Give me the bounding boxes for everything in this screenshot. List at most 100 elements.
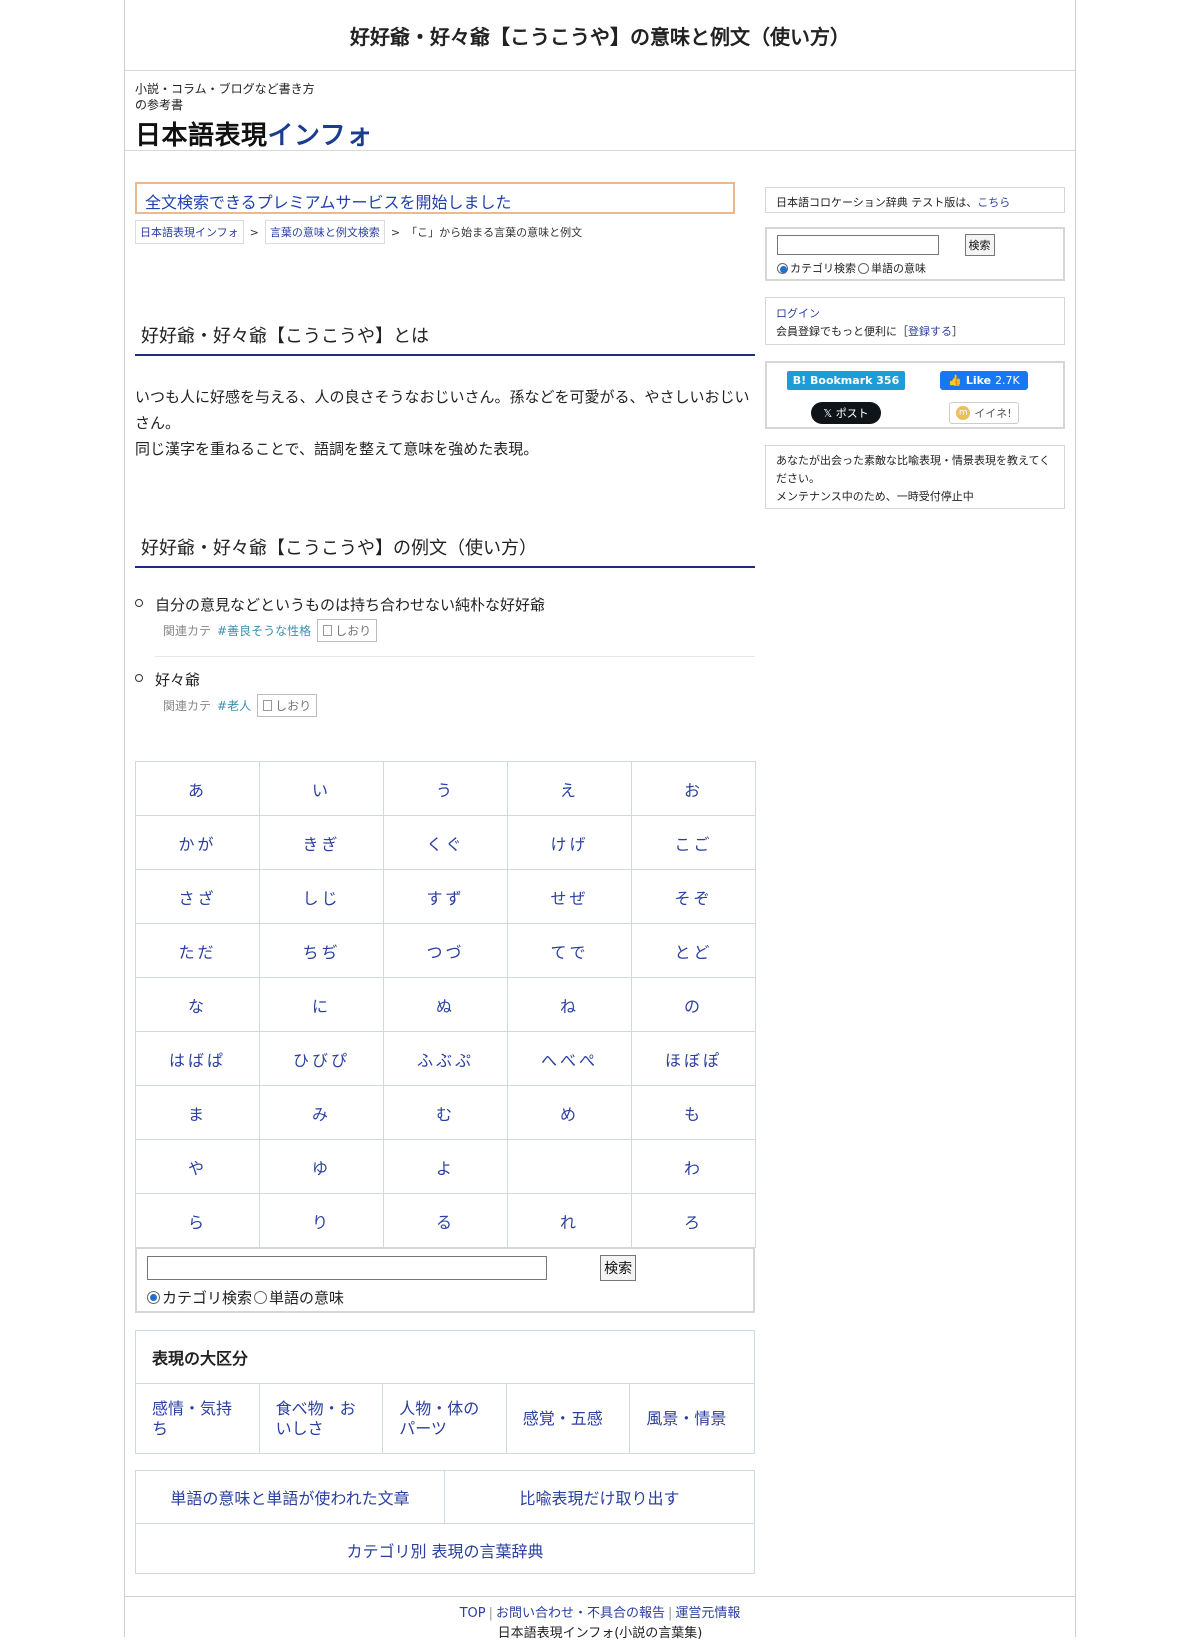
kana-cell[interactable]: かが (136, 816, 260, 870)
kana-cell[interactable]: すず (384, 870, 508, 924)
kana-cell[interactable]: さざ (136, 870, 260, 924)
kana-cell[interactable]: り (260, 1194, 384, 1248)
kana-cell[interactable]: こご (632, 816, 756, 870)
x-logo-icon: 𝕏 (823, 407, 833, 420)
mixi-check-button[interactable]: m イイネ! (949, 402, 1019, 424)
kana-cell[interactable]: ゆ (260, 1140, 384, 1194)
kana-cell[interactable]: ろ (632, 1194, 756, 1248)
facebook-like-button[interactable]: 👍 Like 2.7K (940, 371, 1028, 390)
list-item: 自分の意見などというものは持ち合わせない純朴な好好爺 関連カテ #善良そうな性格… (135, 594, 755, 642)
kana-cell[interactable]: な (136, 978, 260, 1032)
radio-word-label: 単語の意味 (269, 1289, 345, 1307)
kana-cell[interactable]: い (260, 762, 384, 816)
kana-cell[interactable]: ね (508, 978, 632, 1032)
kana-cell[interactable]: きぎ (260, 816, 384, 870)
link-category-dictionary[interactable]: カテゴリ別 表現の言葉辞典 (136, 1524, 754, 1575)
kana-cell[interactable]: や (136, 1140, 260, 1194)
register-bracket: ］ (952, 325, 963, 338)
kana-cell[interactable]: も (632, 1086, 756, 1140)
search-input[interactable] (147, 1256, 547, 1280)
footer-link-top[interactable]: TOP (460, 1606, 486, 1621)
kana-cell[interactable]: わ (632, 1140, 756, 1194)
category-food[interactable]: 食べ物・おいしさ (260, 1384, 384, 1454)
radio-category[interactable] (147, 1291, 160, 1304)
maintenance-notice: メンテナンス中のため、一時受付停止中 (776, 490, 974, 503)
kana-cell[interactable]: けげ (508, 816, 632, 870)
kana-cell[interactable]: あ (136, 762, 260, 816)
kana-cell[interactable]: む (384, 1086, 508, 1140)
bookmark-icon (263, 700, 273, 711)
kana-cell[interactable]: せぜ (508, 870, 632, 924)
search-button[interactable]: 検索 (600, 1255, 637, 1281)
kana-cell[interactable]: しじ (260, 870, 384, 924)
kana-cell[interactable]: つづ (384, 924, 508, 978)
collocation-link[interactable]: こちら (977, 196, 1010, 209)
footer-separator: | (668, 1606, 673, 1621)
side-radio-category-label: カテゴリ検索 (790, 262, 856, 275)
bookmark-button[interactable]: しおり (257, 694, 318, 717)
collocation-box: 日本語コロケーション辞典 テスト版は、こちら (765, 187, 1065, 213)
kana-cell[interactable]: ら (136, 1194, 260, 1248)
premium-notice-link[interactable]: 全文検索できるプレミアムサービスを開始しました (135, 182, 735, 214)
breadcrumb-search[interactable]: 言葉の意味と例文検索 (264, 220, 385, 244)
side-search-button[interactable]: 検索 (964, 234, 995, 256)
kana-cell[interactable]: み (260, 1086, 384, 1140)
category-person[interactable]: 人物・体のパーツ (383, 1384, 507, 1454)
kana-cell[interactable]: へべぺ (508, 1032, 632, 1086)
site-logo[interactable]: 日本語表現インフォ (135, 115, 1065, 152)
kana-cell[interactable]: ちぢ (260, 924, 384, 978)
kana-cell[interactable]: はばぱ (136, 1032, 260, 1086)
category-tag-link[interactable]: #善良そうな性格 (217, 622, 311, 639)
kana-cell[interactable]: る (384, 1194, 508, 1248)
link-metaphors[interactable]: 比喩表現だけ取り出す (445, 1471, 754, 1523)
x-post-label: ポスト (835, 407, 869, 420)
kana-cell[interactable]: ひびぴ (260, 1032, 384, 1086)
submission-box: あなたが出会った素敵な比喩表現・情景表現を教えてください。 メンテナンス中のため… (765, 445, 1065, 509)
kana-cell[interactable]: に (260, 978, 384, 1032)
side-radio-category[interactable] (777, 262, 788, 274)
kana-cell[interactable]: とど (632, 924, 756, 978)
login-box: ログイン 会員登録でもっと便利に［登録する］ (765, 297, 1065, 345)
definition-note: 同じ漢字を重ねることで、語調を整えて意味を強めた表現。 (135, 440, 539, 458)
kana-cell[interactable]: う (384, 762, 508, 816)
side-radio-word[interactable] (858, 262, 869, 274)
radio-word[interactable] (254, 1291, 268, 1304)
footer-link-operator[interactable]: 運営元情報 (675, 1606, 740, 1621)
register-line: 会員登録でもっと便利に［登録する］ (776, 323, 1054, 341)
category-senses[interactable]: 感覚・五感 (507, 1384, 631, 1454)
kana-cell[interactable]: の (632, 978, 756, 1032)
footer-link-contact[interactable]: お問い合わせ・不具合の報告 (496, 1606, 665, 1621)
breadcrumb-home[interactable]: 日本語表現インフォ (135, 220, 244, 244)
side-search-input[interactable] (777, 235, 939, 255)
bookmark-icon (323, 625, 333, 636)
kana-cell[interactable]: ぬ (384, 978, 508, 1032)
kana-cell[interactable]: れ (508, 1194, 632, 1248)
category-scenery[interactable]: 風景・情景 (630, 1384, 754, 1454)
category-tag-link[interactable]: #老人 (217, 697, 251, 714)
kana-cell[interactable]: くぐ (384, 816, 508, 870)
kana-cell[interactable]: ほぼぽ (632, 1032, 756, 1086)
kana-cell[interactable]: お (632, 762, 756, 816)
fb-like-count: 2.7K (994, 374, 1020, 387)
list-item: 好々爺 関連カテ #老人 しおり (135, 669, 755, 717)
kana-cell[interactable]: よ (384, 1140, 508, 1194)
kana-cell[interactable]: ふぶぷ (384, 1032, 508, 1086)
bookmark-button[interactable]: しおり (317, 619, 378, 642)
category-emotion[interactable]: 感情・気持ち (136, 1384, 260, 1454)
hatena-bookmark-button[interactable]: B! Bookmark 356 (786, 371, 906, 390)
kana-cell[interactable]: ま (136, 1086, 260, 1140)
kana-cell[interactable]: え (508, 762, 632, 816)
login-link[interactable]: ログイン (776, 305, 1054, 323)
kana-cell[interactable]: てで (508, 924, 632, 978)
register-link[interactable]: 登録する (908, 325, 952, 338)
sidebar: 日本語コロケーション辞典 テスト版は、こちら 検索 カテゴリ検索 単語の意味 ロ… (765, 187, 1065, 509)
example-sentence: 自分の意見などというものは持ち合わせない純朴な好好爺 (155, 596, 546, 614)
x-post-button[interactable]: 𝕏 ポスト (811, 402, 881, 424)
bullet-icon (135, 599, 143, 607)
footer-copyright: 日本語表現インフォ(小説の言葉集) (497, 1626, 703, 1641)
kana-cell[interactable]: め (508, 1086, 632, 1140)
kana-cell[interactable]: そぞ (632, 870, 756, 924)
kana-cell[interactable]: ただ (136, 924, 260, 978)
link-word-meanings[interactable]: 単語の意味と単語が使われた文章 (136, 1471, 445, 1523)
example-meta: 関連カテ #善良そうな性格 しおり (155, 619, 755, 642)
